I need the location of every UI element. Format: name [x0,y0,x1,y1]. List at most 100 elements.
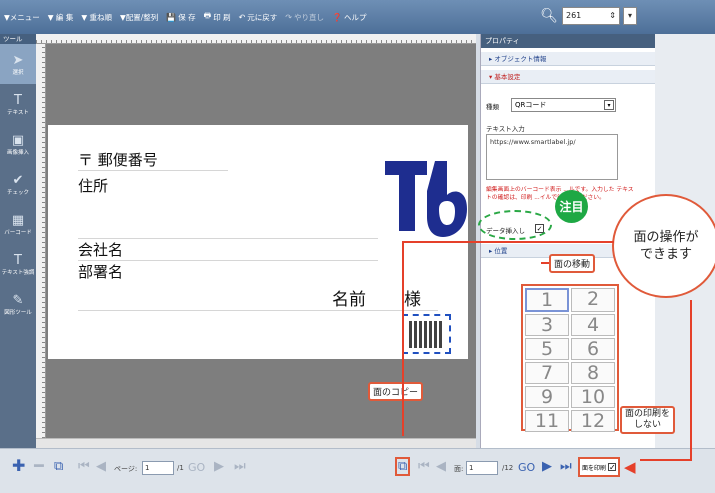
tool-shape[interactable]: ✎ 図形ツール [0,284,36,324]
highlight-ellipse [478,210,552,240]
address-field[interactable]: 住所 [78,175,378,239]
qr-code-object[interactable] [402,314,451,354]
attention-badge: 注目 [555,190,588,223]
save-icon: 💾 [166,12,177,22]
tool-barcode[interactable]: ▦ バーコード [0,204,36,244]
face-print-toggle[interactable]: 面を印刷 ✓ [578,457,620,477]
horizontal-scrollbar[interactable] [36,438,476,448]
company-field[interactable]: 会社名 [78,239,378,261]
print-button[interactable]: 🖶 印 刷 [204,10,231,24]
search-icon: 🔍︎ [540,8,558,24]
type-label: 種類 [486,103,499,111]
bottom-bar: ✚ ━ ⧉ ⏮ ◀ ページ: 1 /1 GO ▶ ⏭ ⧉ ⏮ ◀ 面: 1 /1… [0,448,715,493]
sama-field[interactable]: 様 [404,285,421,310]
copy-page-icon[interactable]: ⧉ [54,459,63,474]
pen-icon: ✎ [12,292,24,308]
face-total: /12 [502,464,514,472]
redo-button[interactable]: ↷ やり直し [285,12,324,23]
redo-icon: ↷ [285,12,292,22]
prev-face-icon[interactable]: ◀ [436,459,446,474]
face-8[interactable]: 8 [571,362,615,384]
undo-button[interactable]: ↶ 元に戻す [239,12,278,23]
vertical-ruler [36,44,46,448]
face-print-checkbox[interactable]: ✓ [608,463,616,472]
zoom-input[interactable]: 261 ⇕ [562,7,620,25]
menu-button[interactable]: ▼メニュー [4,12,40,23]
face-move-callout: 面の移動 [549,254,596,273]
connector-line [541,262,549,264]
face-label: 面: [454,465,464,473]
check-icon: ✔ [12,172,24,188]
help-icon: ❓ [332,12,342,22]
no-print-callout: 面の印刷を しない [620,406,676,434]
tool-select[interactable]: ➤ 選択 [0,44,36,84]
face-1[interactable]: 1 [525,288,569,312]
face-11[interactable]: 11 [525,410,569,432]
align-button[interactable]: ▼配置/整列 [120,12,158,23]
section-basic-settings[interactable]: ▾ 基本設定 [481,70,655,84]
face-12[interactable]: 12 [571,410,615,432]
qr-code-icon [409,321,444,348]
connector-line [690,300,692,460]
face-3[interactable]: 3 [525,314,569,336]
undo-icon: ↶ [238,12,246,22]
face-input[interactable]: 1 [466,461,498,475]
first-page-icon[interactable]: ⏮ [78,459,90,474]
tool-check[interactable]: ✔ チェック [0,164,36,204]
connector-line [402,241,404,436]
print-icon: 🖶 [203,11,212,20]
postal-field[interactable]: 〒 郵便番号 [78,149,228,171]
barcode-icon: ▦ [11,212,25,228]
text-input-label: テキスト入力 [486,125,525,133]
save-button[interactable]: 💾 保 存 [166,12,195,23]
last-page-icon[interactable]: ⏭ [234,459,246,474]
face-6[interactable]: 6 [571,338,615,360]
last-face-icon[interactable]: ⏭ [560,459,572,474]
face-grid: 1 2 3 4 5 6 7 8 9 10 11 12 [521,284,619,432]
page-go-button[interactable]: GO [188,461,205,474]
face-7[interactable]: 7 [525,362,569,384]
help-button[interactable]: ❓ ヘルプ [332,12,366,23]
zoom-dropdown[interactable]: ▾ [623,7,637,25]
connector-line [640,459,692,461]
type-select[interactable]: QRコード ▾ [511,98,616,112]
dept-field[interactable]: 部署名 [78,261,438,311]
connector-line [402,241,614,243]
face-2[interactable]: 2 [571,288,615,312]
logo-image[interactable] [385,161,467,237]
text-emphasis-icon: T [14,252,22,268]
text-icon: T [14,92,22,108]
section-object-info[interactable]: ▸ オブジェクト情報 [481,52,655,66]
face-copy-callout: 面のコピー [368,382,424,401]
pointer-icon: ➤ [12,52,24,68]
prev-page-icon[interactable]: ◀ [96,459,106,474]
remove-page-icon[interactable]: ━ [34,456,44,475]
tool-text[interactable]: T テキスト [0,84,36,124]
horizontal-ruler [36,34,476,44]
tool-panel-header: ツール [0,34,36,44]
page-label: ページ: [114,465,138,473]
chevron-down-icon: ▾ [604,100,614,110]
face-4[interactable]: 4 [571,314,615,336]
face-operations-callout: 面の操作が できます [612,194,715,298]
arrow-pointer-icon: ◀ [624,458,636,476]
edit-button[interactable]: ▼ 編 集 [48,12,74,23]
order-button[interactable]: ▼ 重ね順 [81,12,112,23]
first-face-icon[interactable]: ⏮ [418,459,430,474]
next-face-icon[interactable]: ▶ [542,459,552,474]
next-page-icon[interactable]: ▶ [214,459,224,474]
add-page-icon[interactable]: ✚ [12,456,25,475]
face-go-button[interactable]: GO [518,461,535,474]
text-input[interactable]: https://www.smartlabel.jp/ [486,134,618,180]
zoom-control: 🔍︎ 261 ⇕ ▾ [540,7,637,25]
tool-text-emphasis[interactable]: T テキスト強調 [0,244,36,284]
face-9[interactable]: 9 [525,386,569,408]
face-5[interactable]: 5 [525,338,569,360]
tool-image[interactable]: ▣ 画像挿入 [0,124,36,164]
page-input[interactable]: 1 [142,461,174,475]
page-total: /1 [177,464,184,472]
face-10[interactable]: 10 [571,386,615,408]
copy-face-icon[interactable]: ⧉ [395,457,411,476]
tool-panel: ツール ➤ 選択 T テキスト ▣ 画像挿入 ✔ チェック ▦ バーコード T テキスト強調… [0,34,36,448]
name-field[interactable]: 名前 [332,285,366,310]
